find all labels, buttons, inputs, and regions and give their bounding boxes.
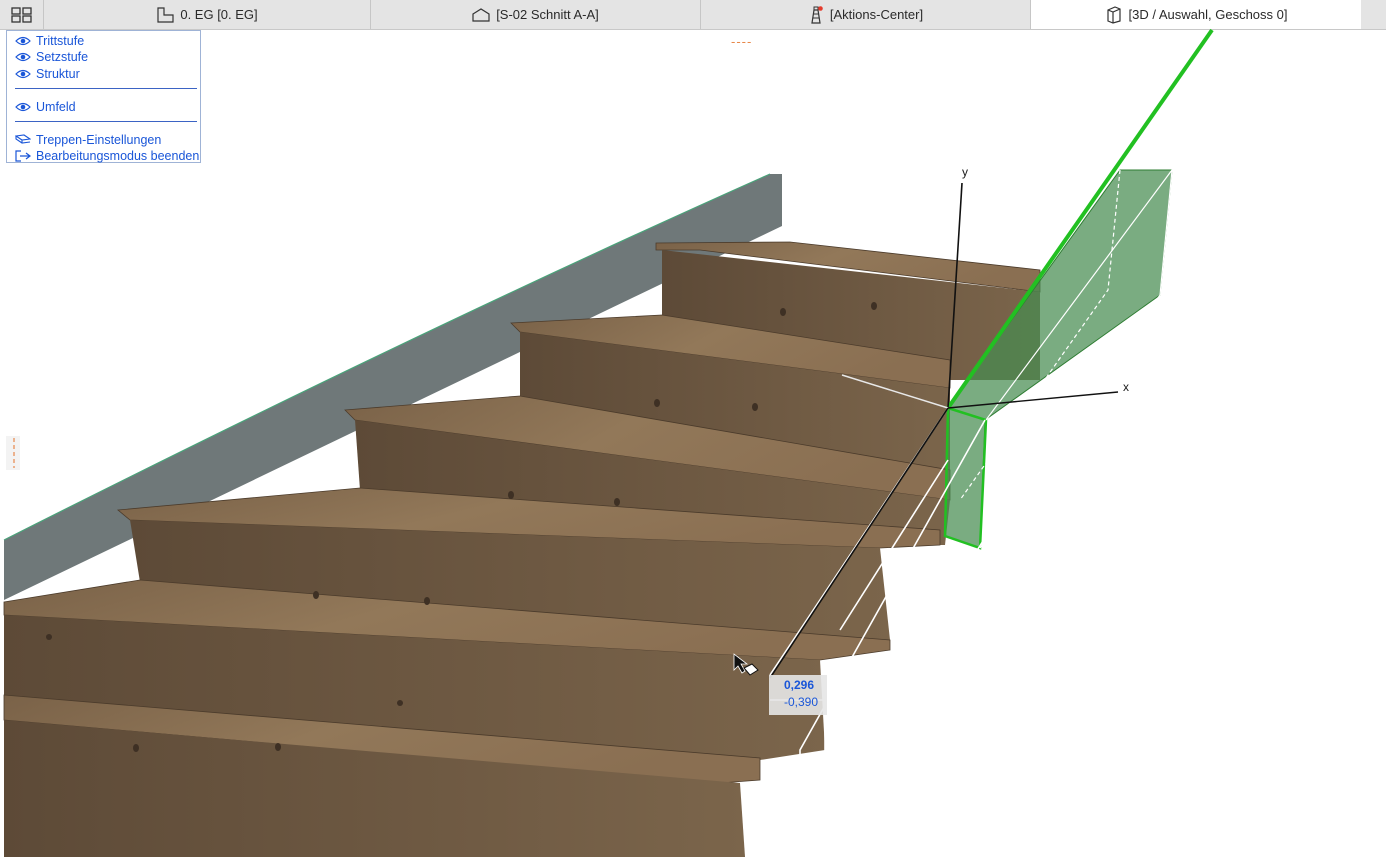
exit-edit-mode-button[interactable]: Bearbeitungsmodus beenden xyxy=(15,148,199,164)
toggle-struktur[interactable]: Struktur xyxy=(15,66,80,82)
left-marker xyxy=(6,436,20,470)
palette-divider xyxy=(15,121,197,122)
eye-icon xyxy=(15,69,31,79)
stair-settings-icon xyxy=(15,134,31,144)
coordinate-tracker[interactable]: 0,296 -0,390 xyxy=(769,675,827,715)
palette-label: Bearbeitungsmodus beenden xyxy=(36,149,200,163)
toggle-umfeld[interactable]: Umfeld xyxy=(15,99,76,115)
palette-label: Treppen-Einstellungen xyxy=(36,133,162,147)
eye-icon xyxy=(15,102,31,112)
palette-label: Trittstufe xyxy=(36,34,85,48)
3d-viewport[interactable] xyxy=(0,0,1386,857)
y-axis-label: y xyxy=(962,165,968,179)
palette-label: Umfeld xyxy=(36,100,76,114)
palette-label: Struktur xyxy=(36,67,80,81)
stair-settings-button[interactable]: Treppen-Einstellungen xyxy=(15,132,161,148)
palette-label: Setzstufe xyxy=(36,50,89,64)
eye-icon xyxy=(15,36,31,46)
eye-icon xyxy=(15,52,31,62)
toggle-setzstufe[interactable]: Setzstufe xyxy=(15,49,88,65)
toggle-trittstufe[interactable]: Trittstufe xyxy=(15,33,84,49)
stair-edit-palette: Trittstufe Setzstufe Struktur Umfeld Tre… xyxy=(6,30,201,163)
view-marker: ---- xyxy=(731,34,753,49)
x-axis-label: x xyxy=(1123,380,1129,394)
tracker-value-2: -0,390 xyxy=(784,695,819,709)
exit-icon xyxy=(15,150,31,162)
tracker-value-1: 0,296 xyxy=(784,678,815,692)
palette-divider xyxy=(15,88,197,89)
